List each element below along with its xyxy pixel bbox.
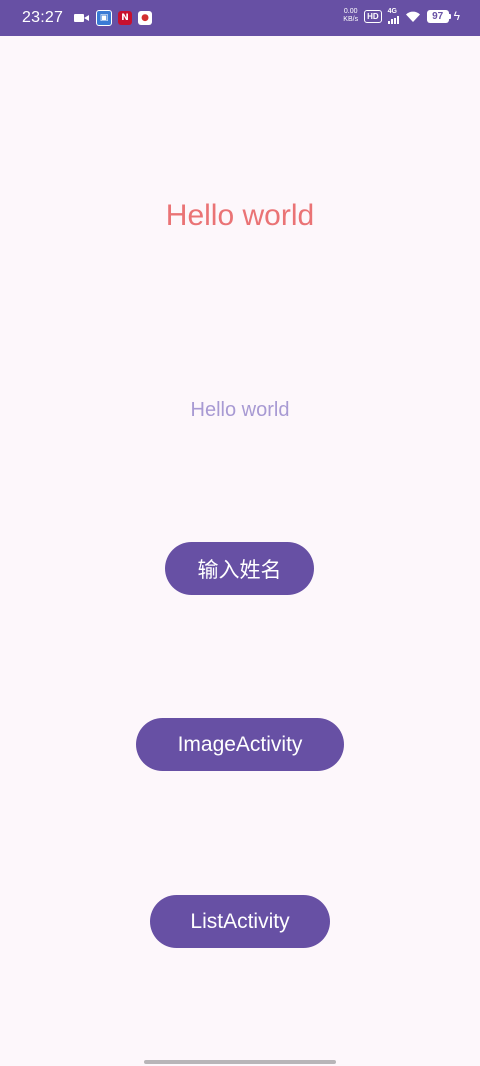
status-time: 23:27 [22, 9, 64, 26]
network-speed-value: 0.00 [343, 8, 358, 15]
video-camera-icon [74, 11, 90, 25]
status-right-icons: 0.00 KB/s HD 4G 97 ϟ [343, 8, 460, 24]
network-speed-unit: KB/s [343, 16, 359, 23]
network-speed: 0.00 KB/s [343, 8, 358, 24]
app-notification-icon: ▣ [96, 10, 112, 26]
red-app-icon: ● [138, 11, 152, 25]
status-bar: 23:27 ▣ N ● 0.00 KB/s HD 4G 97 ϟ [0, 0, 480, 36]
charging-icon: ϟ [453, 9, 460, 23]
image-activity-button[interactable]: ImageActivity [136, 718, 344, 771]
list-activity-button[interactable]: ListActivity [150, 895, 330, 948]
notification-icons: ▣ N ● [74, 10, 152, 26]
hello-title: Hello world [165, 199, 315, 232]
enter-name-button[interactable]: 输入姓名 [165, 542, 314, 595]
hello-subtitle: Hello world [190, 399, 290, 421]
battery-icon: 97 ϟ [426, 9, 460, 23]
hd-icon: HD [364, 9, 382, 23]
battery-level: 97 [426, 9, 449, 23]
netease-news-icon: N [118, 11, 132, 25]
home-indicator[interactable] [144, 1060, 336, 1064]
wifi-icon [405, 11, 420, 22]
cellular-signal-icon: 4G [387, 8, 399, 24]
network-type: 4G [387, 8, 397, 15]
